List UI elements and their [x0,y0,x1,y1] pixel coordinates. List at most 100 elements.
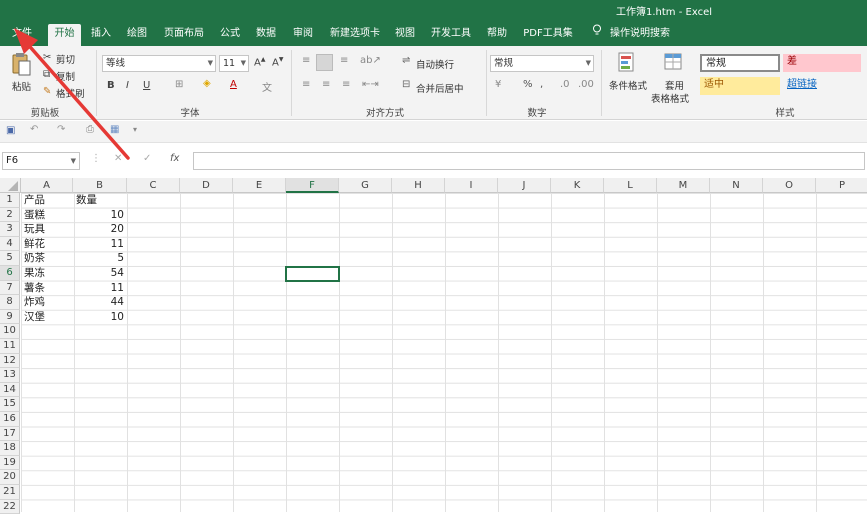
cell-a7[interactable]: 薯条 [21,281,73,296]
row-header-15[interactable]: 15 [0,397,20,412]
cell-a3[interactable]: 玩具 [21,222,73,237]
row-header-18[interactable]: 18 [0,441,20,456]
row-header-21[interactable]: 21 [0,485,20,500]
row-header-8[interactable]: 8 [0,295,20,310]
format-as-table-label-2[interactable]: 表格格式 [651,91,689,105]
tab-help[interactable]: 帮助 [482,24,512,46]
align-left-icon[interactable]: ≡ [302,79,310,90]
column-header-e[interactable]: E [233,178,286,193]
underline-icon[interactable]: U [143,80,150,91]
increase-decimal-icon[interactable]: .0 [560,79,570,90]
row-header-7[interactable]: 7 [0,280,20,296]
column-header-l[interactable]: L [604,178,657,193]
cell-b2[interactable]: 10 [73,208,127,223]
row-header-1[interactable]: 1 [0,193,20,208]
cell-a2[interactable]: 蛋糕 [21,208,73,223]
column-header-j[interactable]: J [498,178,551,193]
tab-file[interactable]: 文件 [6,24,38,46]
tab-review[interactable]: 审阅 [288,24,318,46]
tell-me-search[interactable]: 操作说明搜索 [608,24,672,46]
cell-a9[interactable]: 汉堡 [21,310,73,325]
tab-draw[interactable]: 绘图 [122,24,152,46]
align-right-icon[interactable]: ≡ [342,79,350,90]
row-header-9[interactable]: 9 [0,309,20,325]
column-header-f[interactable]: F [286,178,339,193]
align-top-icon[interactable]: ≡ [302,55,310,66]
style-bad[interactable]: 差 [783,54,861,72]
enter-icon[interactable]: ✓ [143,153,151,164]
conditional-format-icon[interactable] [618,52,636,72]
row-header-14[interactable]: 14 [0,382,20,398]
percent-icon[interactable]: % [523,79,533,90]
cell-a8[interactable]: 炸鸡 [21,295,73,310]
cell-a1[interactable]: 产品 [21,193,73,208]
currency-icon[interactable]: ¥ [495,79,501,90]
select-all-button[interactable] [0,178,21,193]
column-header-b[interactable]: B [73,178,127,193]
row-header-16[interactable]: 16 [0,412,20,427]
indent-icon[interactable]: ⇤⇥ [362,79,379,90]
selected-cell-f6[interactable] [285,266,340,282]
column-header-o[interactable]: O [763,178,816,193]
cell-b6[interactable]: 54 [73,266,127,281]
bold-icon[interactable]: B [107,80,115,91]
cell-b9[interactable]: 10 [73,310,127,325]
cell-a5[interactable]: 奶茶 [21,251,73,266]
format-as-table-label-1[interactable]: 套用 [665,78,684,92]
cell-b4[interactable]: 11 [73,237,127,252]
insert-function-button[interactable]: fx [170,153,179,164]
column-header-g[interactable]: G [339,178,392,193]
align-bottom-icon[interactable]: ≡ [340,55,348,66]
format-painter-button[interactable]: 格式刷 [56,86,85,100]
font-color-icon[interactable]: A [230,79,237,90]
font-name-select[interactable]: 等线 ▼ [102,55,216,72]
align-center-icon[interactable]: ≡ [322,79,330,90]
cell-b5[interactable]: 5 [73,251,127,266]
align-middle-icon[interactable] [316,54,333,71]
row-header-6[interactable]: 6 [0,266,20,281]
column-header-p[interactable]: P [816,178,867,193]
column-header-h[interactable]: H [392,178,445,193]
column-header-i[interactable]: I [445,178,498,193]
row-header-20[interactable]: 20 [0,470,20,485]
cell-a6[interactable]: 果冻 [21,266,73,281]
name-box[interactable]: F6 ▼ [2,152,80,170]
fill-color-icon[interactable]: ◈ [203,78,211,89]
cell-b1[interactable]: 数量 [73,193,127,208]
borders-icon[interactable]: ⊞ [175,79,183,90]
column-header-d[interactable]: D [180,178,233,193]
number-format-select[interactable]: 常规 ▼ [490,55,594,72]
style-neutral[interactable]: 适中 [700,77,780,95]
format-as-table-icon[interactable] [664,52,684,72]
paste-button[interactable]: 粘贴 [12,79,31,93]
row-header-5[interactable]: 5 [0,251,20,266]
cancel-icon[interactable]: ✕ [114,153,122,164]
tab-page-layout[interactable]: 页面布局 [158,24,210,46]
font-size-select[interactable]: 11 ▼ [219,55,249,72]
orientation-icon[interactable]: ab↗ [360,55,381,66]
column-header-c[interactable]: C [127,178,180,193]
cell-a4[interactable]: 鲜花 [21,237,73,252]
tab-formulas[interactable]: 公式 [215,24,245,46]
copy-button[interactable]: 复制 [56,69,75,83]
style-normal[interactable]: 常规 [700,54,780,72]
italic-icon[interactable]: I [126,80,129,91]
cell-b8[interactable]: 44 [73,295,127,310]
row-header-19[interactable]: 19 [0,455,20,471]
column-header-k[interactable]: K [551,178,604,193]
decrease-decimal-icon[interactable]: .00 [578,79,594,90]
wrap-text-button[interactable]: 自动换行 [416,57,454,71]
tab-developer[interactable]: 开发工具 [426,24,476,46]
row-header-2[interactable]: 2 [0,207,20,223]
paste-icon[interactable] [10,52,32,78]
redo-icon[interactable]: ↷ [57,124,65,135]
row-header-12[interactable]: 12 [0,353,20,369]
save-icon[interactable]: ▣ [6,125,15,136]
row-header-10[interactable]: 10 [0,324,20,339]
cut-button[interactable]: 剪切 [56,52,75,66]
phonetic-icon[interactable]: 文 [262,79,272,94]
tab-data[interactable]: 数据 [251,24,281,46]
cell-b3[interactable]: 20 [73,222,127,237]
row-header-11[interactable]: 11 [0,339,20,354]
decrease-font-icon[interactable]: A▼ [272,56,283,68]
